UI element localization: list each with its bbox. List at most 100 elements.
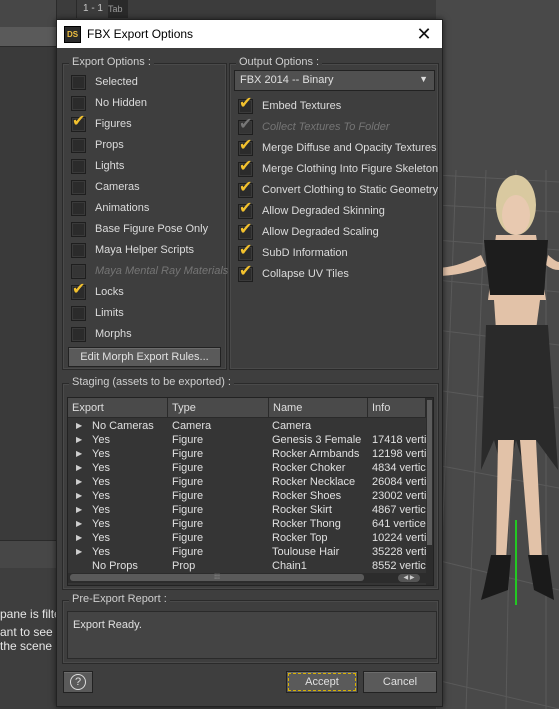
collapse-uv-tiles-checkbox-row[interactable]: ✔ Collapse UV Tiles xyxy=(238,263,349,284)
convert-clothing-to-static-geometry-checkbox[interactable]: ✔ xyxy=(238,179,253,198)
staging-table[interactable]: Export Type Name Info ▶ No Cameras Camera C… xyxy=(67,397,434,586)
accept-button[interactable]: Accept xyxy=(286,671,358,693)
fbx-format-value: FBX 2014 -- Binary xyxy=(240,74,334,86)
tab-number[interactable]: 1 - 1 xyxy=(76,0,109,18)
scrollbar-thumb[interactable] xyxy=(427,400,432,545)
allow-degraded-skinning-checkbox-row[interactable]: ✔ Allow Degraded Skinning xyxy=(238,200,385,221)
tab-side-label[interactable]: Tab xyxy=(108,0,128,18)
figures-checkbox[interactable]: ✔ xyxy=(71,113,86,132)
cancel-button[interactable]: Cancel xyxy=(363,671,437,693)
expand-arrow-icon[interactable]: ▶ xyxy=(76,545,82,559)
locks-checkbox[interactable]: ✔ xyxy=(71,281,86,300)
animations-checkbox-row[interactable]: Animations xyxy=(71,198,149,218)
cell-export: No Props xyxy=(92,560,138,572)
base-figure-pose-only-checkbox[interactable] xyxy=(71,221,86,237)
collapse-uv-tiles-checkbox[interactable]: ✔ xyxy=(238,263,253,282)
figures-checkbox-row[interactable]: ✔ Figures xyxy=(71,113,132,134)
table-row[interactable]: ▶ Yes Figure Rocker Choker 4834 vertice xyxy=(68,461,426,475)
column-header-export[interactable]: Export xyxy=(68,398,168,418)
limits-checkbox[interactable] xyxy=(71,305,86,321)
staging-group: Staging (assets to be exported) : Export… xyxy=(62,376,439,590)
expand-arrow-icon[interactable]: ▶ xyxy=(76,503,82,517)
selected-checkbox-row[interactable]: Selected xyxy=(71,72,138,92)
checkmark-icon: ✔ xyxy=(72,280,86,298)
convert-clothing-to-static-geometry-label: Convert Clothing to Static Geometry xyxy=(262,184,439,196)
animations-label: Animations xyxy=(95,202,150,214)
props-checkbox[interactable] xyxy=(71,137,86,153)
scroll-arrows-icon[interactable]: ◀ ▶ xyxy=(398,574,420,582)
table-row[interactable]: ▶ Yes Figure Rocker Armbands 12198 vertic xyxy=(68,447,426,461)
base-figure-pose-only-checkbox-row[interactable]: Base Figure Pose Only xyxy=(71,219,208,239)
help-button[interactable]: ? xyxy=(63,671,93,693)
info-text-line: pane is filte xyxy=(0,607,56,621)
cell-export: Yes xyxy=(92,490,110,502)
morphs-checkbox[interactable] xyxy=(71,326,86,342)
expand-arrow-icon[interactable]: ▶ xyxy=(76,419,82,433)
limits-checkbox-row[interactable]: Limits xyxy=(71,303,124,323)
merge-clothing-into-figure-skeleton-checkbox-row[interactable]: ✔ Merge Clothing Into Figure Skeleton xyxy=(238,158,438,179)
checkmark-icon: ✔ xyxy=(239,241,253,259)
props-checkbox-row[interactable]: Props xyxy=(71,135,124,155)
cameras-checkbox[interactable] xyxy=(71,179,86,195)
table-row[interactable]: ▶ Yes Figure Toulouse Hair 35228 vertic xyxy=(68,545,426,559)
horizontal-scrollbar[interactable]: ⁞⁞⁞ ◀ ▶ xyxy=(68,573,426,583)
cell-name: Rocker Skirt xyxy=(272,504,332,516)
column-header-type[interactable]: Type xyxy=(168,398,269,418)
3d-viewport[interactable] xyxy=(436,0,559,709)
vertical-scrollbar[interactable] xyxy=(426,398,433,585)
selected-checkbox[interactable] xyxy=(71,74,86,90)
checkmark-icon: ✔ xyxy=(239,199,253,217)
merge-clothing-into-figure-skeleton-checkbox[interactable]: ✔ xyxy=(238,158,253,177)
expand-arrow-icon[interactable]: ▶ xyxy=(76,517,82,531)
expand-arrow-icon[interactable]: ▶ xyxy=(76,433,82,447)
expand-arrow-icon[interactable]: ▶ xyxy=(76,475,82,489)
cameras-checkbox-row[interactable]: Cameras xyxy=(71,177,140,197)
table-row[interactable]: ▶ Yes Figure Rocker Shoes 23002 vertic xyxy=(68,489,426,503)
expand-arrow-icon[interactable]: ▶ xyxy=(76,489,82,503)
table-row[interactable]: No Props Prop Chain1 8552 vertice xyxy=(68,559,426,573)
expand-arrow-icon[interactable]: ▶ xyxy=(76,447,82,461)
convert-clothing-to-static-geometry-checkbox-row[interactable]: ✔ Convert Clothing to Static Geometry xyxy=(238,179,439,200)
embed-textures-checkbox-row[interactable]: ✔ Embed Textures xyxy=(238,95,341,116)
edit-morph-export-rules-button[interactable]: Edit Morph Export Rules... xyxy=(68,347,221,367)
scrollbar-thumb[interactable]: ⁞⁞⁞ xyxy=(70,574,364,581)
allow-degraded-scaling-checkbox-row[interactable]: ✔ Allow Degraded Scaling xyxy=(238,221,379,242)
checkmark-icon: ✔ xyxy=(239,115,253,133)
collapse-uv-tiles-label: Collapse UV Tiles xyxy=(262,268,349,280)
locks-checkbox-row[interactable]: ✔ Locks xyxy=(71,281,124,302)
pane-tab[interactable] xyxy=(0,0,57,27)
dialog-titlebar[interactable]: DS FBX Export Options ✕ xyxy=(57,20,442,48)
maya-helper-scripts-checkbox-row[interactable]: Maya Helper Scripts xyxy=(71,240,194,260)
subd-information-checkbox-row[interactable]: ✔ SubD Information xyxy=(238,242,348,263)
embed-textures-checkbox[interactable]: ✔ xyxy=(238,95,253,114)
table-row[interactable]: ▶ Yes Figure Rocker Thong 641 vertices xyxy=(68,517,426,531)
allow-degraded-scaling-checkbox[interactable]: ✔ xyxy=(238,221,253,240)
merge-diffuse-and-opacity-textures-checkbox[interactable]: ✔ xyxy=(238,137,253,156)
morphs-checkbox-row[interactable]: Morphs xyxy=(71,324,132,344)
fbx-format-select[interactable]: FBX 2014 -- Binary ▼ xyxy=(234,70,435,91)
checkmark-icon: ✔ xyxy=(239,220,253,238)
table-row[interactable]: ▶ Yes Figure Rocker Top 10224 vertic xyxy=(68,531,426,545)
lights-checkbox[interactable] xyxy=(71,158,86,174)
maya-helper-scripts-checkbox[interactable] xyxy=(71,242,86,258)
table-row[interactable]: ▶ Yes Figure Rocker Skirt 4867 vertice xyxy=(68,503,426,517)
no-hidden-checkbox-row[interactable]: No Hidden xyxy=(71,93,147,113)
column-header-name[interactable]: Name xyxy=(269,398,368,418)
table-row[interactable]: ▶ No Cameras Camera Camera xyxy=(68,419,426,433)
lights-checkbox-row[interactable]: Lights xyxy=(71,156,124,176)
close-button[interactable]: ✕ xyxy=(406,20,442,48)
expand-arrow-icon[interactable]: ▶ xyxy=(76,531,82,545)
table-row[interactable]: ▶ Yes Figure Genesis 3 Female 17418 vertic xyxy=(68,433,426,447)
expand-arrow-icon[interactable]: ▶ xyxy=(76,461,82,475)
column-header-info[interactable]: Info xyxy=(368,398,426,418)
animations-checkbox[interactable] xyxy=(71,200,86,216)
cell-name: Camera xyxy=(272,420,312,432)
allow-degraded-scaling-label: Allow Degraded Scaling xyxy=(262,226,379,238)
subd-information-checkbox[interactable]: ✔ xyxy=(238,242,253,261)
cell-info: 4867 vertice xyxy=(372,504,426,516)
no-hidden-checkbox[interactable] xyxy=(71,95,86,111)
merge-diffuse-and-opacity-textures-checkbox-row[interactable]: ✔ Merge Diffuse and Opacity Textures xyxy=(238,137,436,158)
no-hidden-label: No Hidden xyxy=(95,97,147,109)
table-row[interactable]: ▶ Yes Figure Rocker Necklace 26084 vertic xyxy=(68,475,426,489)
allow-degraded-skinning-checkbox[interactable]: ✔ xyxy=(238,200,253,219)
